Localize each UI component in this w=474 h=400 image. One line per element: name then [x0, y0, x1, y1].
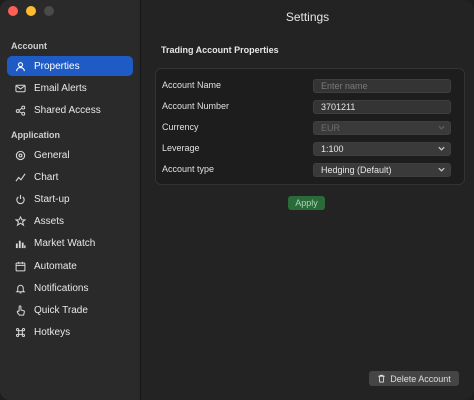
- leverage-select[interactable]: 1:100: [313, 142, 451, 156]
- account-name-row: Account Name Enter name: [156, 77, 464, 95]
- account-type-label: Account type: [162, 164, 215, 174]
- sidebar-item-assets[interactable]: Assets: [7, 211, 133, 231]
- sidebar-item-automate[interactable]: Automate: [7, 256, 133, 276]
- currency-label: Currency: [162, 122, 199, 132]
- sidebar-item-chart[interactable]: Chart: [7, 167, 133, 187]
- command-icon: [13, 325, 27, 339]
- account-name-input[interactable]: Enter name: [313, 79, 451, 93]
- sidebar-item-label: Properties: [34, 60, 80, 72]
- chevron-down-icon: [438, 125, 445, 130]
- account-type-select[interactable]: Hedging (Default): [313, 163, 451, 177]
- person-icon: [13, 59, 27, 73]
- account-name-label: Account Name: [162, 80, 222, 90]
- window-title: Settings: [285, 10, 330, 24]
- sidebar-item-properties[interactable]: Properties: [7, 56, 133, 76]
- properties-panel: Account Name Enter name Account Number 3…: [155, 68, 465, 185]
- line-chart-icon: [13, 170, 27, 184]
- apply-button[interactable]: Apply: [288, 196, 325, 210]
- delete-account-button[interactable]: Delete Account: [369, 371, 459, 386]
- sidebar-item-label: Quick Trade: [34, 304, 88, 316]
- account-number-row: Account Number 3701211: [156, 98, 464, 116]
- pointer-icon: [13, 303, 27, 317]
- envelope-icon: [13, 81, 27, 95]
- share-icon: [13, 103, 27, 117]
- main-content: Settings Trading Account Properties Acco…: [141, 0, 474, 400]
- sidebar-item-label: Chart: [34, 171, 59, 183]
- currency-row: Currency EUR: [156, 119, 464, 137]
- delete-account-label: Delete Account: [390, 373, 451, 384]
- sidebar-item-shared-access[interactable]: Shared Access: [7, 100, 133, 120]
- sidebar-section-account: Account: [11, 41, 47, 51]
- chevron-down-icon: [438, 146, 445, 151]
- sidebar-item-label: Assets: [34, 215, 65, 227]
- close-window-button[interactable]: [8, 6, 18, 16]
- gear-icon: [13, 148, 27, 162]
- sidebar-item-label: General: [34, 149, 70, 161]
- sidebar-item-label: Email Alerts: [34, 82, 87, 94]
- sidebar-item-market-watch[interactable]: Market Watch: [7, 233, 133, 253]
- currency-value: EUR: [321, 123, 341, 133]
- sidebar-item-label: Notifications: [34, 282, 89, 294]
- sidebar: Account Properties Email Alerts Shared A…: [0, 0, 141, 400]
- leverage-label: Leverage: [162, 143, 200, 153]
- sidebar-item-label: Start-up: [34, 193, 70, 205]
- sidebar-item-start-up[interactable]: Start-up: [7, 189, 133, 209]
- window-controls: [8, 6, 54, 16]
- bar-chart-icon: [13, 236, 27, 250]
- leverage-value: 1:100: [321, 144, 344, 154]
- section-title: Trading Account Properties: [161, 45, 279, 55]
- sidebar-section-application: Application: [11, 130, 60, 140]
- calendar-icon: [13, 259, 27, 273]
- account-number-label: Account Number: [162, 101, 230, 111]
- sidebar-item-label: Shared Access: [34, 104, 101, 116]
- account-number-input[interactable]: 3701211: [313, 100, 451, 114]
- bell-icon: [13, 281, 27, 295]
- power-icon: [13, 192, 27, 206]
- sidebar-item-notifications[interactable]: Notifications: [7, 278, 133, 298]
- sidebar-item-quick-trade[interactable]: Quick Trade: [7, 300, 133, 320]
- currency-select: EUR: [313, 121, 451, 135]
- account-type-row: Account type Hedging (Default): [156, 161, 464, 179]
- zoom-window-button[interactable]: [44, 6, 54, 16]
- sidebar-item-general[interactable]: General: [7, 145, 133, 165]
- sidebar-item-label: Hotkeys: [34, 326, 71, 338]
- sidebar-item-label: Automate: [34, 260, 77, 272]
- settings-window: Account Properties Email Alerts Shared A…: [0, 0, 474, 400]
- minimize-window-button[interactable]: [26, 6, 36, 16]
- leverage-row: Leverage 1:100: [156, 140, 464, 158]
- chevron-down-icon: [438, 167, 445, 172]
- account-type-value: Hedging (Default): [321, 165, 392, 175]
- assets-icon: [13, 214, 27, 228]
- sidebar-item-label: Market Watch: [34, 237, 96, 249]
- trash-icon: [378, 374, 385, 383]
- sidebar-item-email-alerts[interactable]: Email Alerts: [7, 78, 133, 98]
- sidebar-item-hotkeys[interactable]: Hotkeys: [7, 322, 133, 342]
